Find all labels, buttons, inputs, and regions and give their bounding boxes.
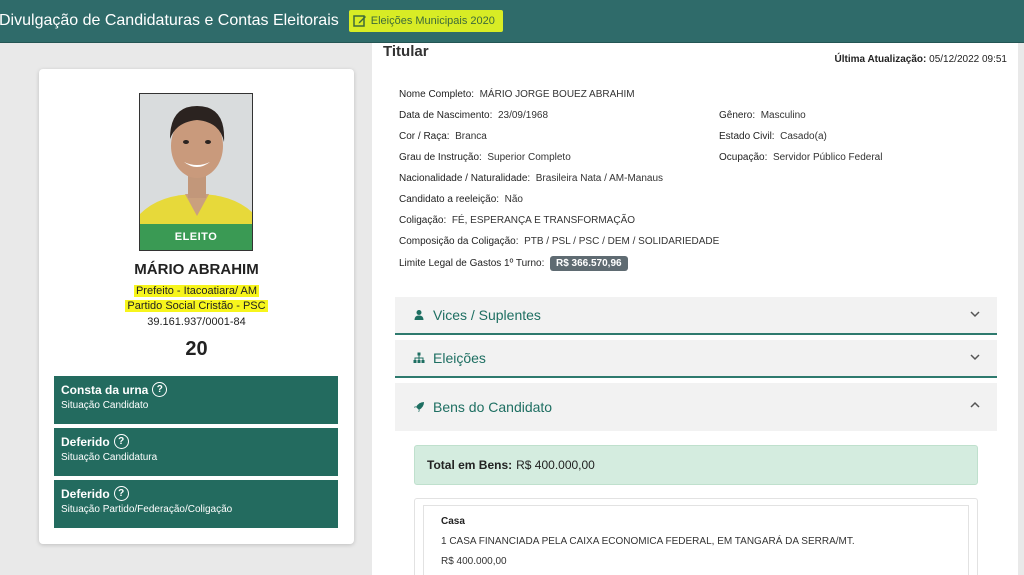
candidate-photo: ELEITO (139, 93, 253, 251)
total-assets: Total em Bens: R$ 400.000,00 (414, 445, 978, 485)
accordion-eleicoes[interactable]: Eleições (395, 340, 997, 378)
help-icon[interactable]: ? (152, 382, 168, 397)
last-update: Última Atualização: 05/12/2022 09:51 (834, 54, 1007, 65)
chevron-down-icon (970, 354, 980, 361)
status-title: Deferido (61, 486, 110, 501)
sitemap-icon (413, 352, 425, 363)
candidate-name: MÁRIO ABRAHIM (134, 261, 259, 278)
status-title: Consta da urna (61, 382, 149, 397)
candidate-office: Prefeito - Itacoatiara/ AM (133, 285, 260, 297)
help-icon[interactable]: ? (113, 486, 129, 501)
field-estado-civil: Estado Civil: Casado(a) (719, 131, 827, 142)
field-limite-gastos: Limite Legal de Gastos 1º Turno: R$ 366.… (399, 256, 628, 271)
asset-type: Casa (441, 516, 465, 527)
accordion-bens[interactable]: Bens do Candidato (395, 383, 997, 431)
spending-limit-badge: R$ 366.570,96 (549, 256, 628, 271)
field-cor-raca: Cor / Raça: Branca (399, 131, 487, 142)
status-partido: Deferido? Situação Partido/Federação/Col… (54, 480, 338, 528)
field-reeleicao: Candidato a reeleição: Não (399, 194, 523, 205)
help-icon[interactable]: ? (113, 434, 129, 449)
field-nome-completo: Nome Completo: MÁRIO JORGE BOUEZ ABRAHIM (399, 89, 635, 100)
asset-value: R$ 400.000,00 (441, 556, 507, 567)
status-title: Deferido (61, 434, 110, 449)
asset-list: Casa 1 CASA FINANCIADA PELA CAIXA ECONOM… (414, 498, 978, 575)
accordion-label: Bens do Candidato (433, 399, 553, 415)
chevron-up-icon (970, 401, 980, 408)
status-candidatura: Deferido? Situação Candidatura (54, 428, 338, 476)
election-label: Eleições Municipais 2020 (370, 15, 495, 27)
candidate-cnpj: 39.161.937/0001-84 (147, 316, 246, 328)
field-nacionalidade: Nacionalidade / Naturalidade: Brasileira… (399, 173, 664, 184)
asset-item: Casa 1 CASA FINANCIADA PELA CAIXA ECONOM… (423, 505, 969, 575)
top-bar: Divulgação de Candidaturas e Contas Elei… (0, 0, 1024, 43)
field-composicao: Composição da Coligação: PTB / PSL / PSC… (399, 236, 720, 247)
candidate-card: ELEITO MÁRIO ABRAHIM Prefeito - Itacoati… (39, 69, 354, 544)
section-title: Titular (383, 43, 429, 60)
status-candidato: Consta da urna? Situação Candidato (54, 376, 338, 424)
accordion-label: Eleições (433, 350, 486, 366)
chevron-down-icon (970, 311, 980, 318)
field-ocupacao: Ocupação: Servidor Público Federal (719, 152, 883, 163)
status-subtitle: Situação Candidato (61, 400, 149, 411)
status-subtitle: Situação Partido/Federação/Coligação (61, 504, 233, 515)
app-title: Divulgação de Candidaturas e Contas Elei… (0, 12, 339, 29)
field-grau-instrucao: Grau de Instrução: Superior Completo (399, 152, 571, 163)
user-icon (414, 310, 424, 320)
details-panel: Titular Última Atualização: 05/12/2022 0… (372, 43, 1018, 575)
field-data-nascimento: Data de Nascimento: 23/09/1968 (399, 110, 549, 121)
candidate-party: Partido Social Cristão - PSC (125, 300, 268, 312)
status-subtitle: Situação Candidatura (61, 452, 158, 463)
candidate-number: 20 (185, 338, 208, 360)
accordion-vices[interactable]: Vices / Suplentes (395, 297, 997, 335)
election-selector-button[interactable]: Eleições Municipais 2020 (348, 10, 503, 32)
elected-badge: ELEITO (140, 224, 252, 250)
accordion-label: Vices / Suplentes (433, 307, 541, 323)
field-genero: Gênero: Masculino (719, 110, 806, 121)
edit-icon (353, 15, 366, 27)
asset-description: 1 CASA FINANCIADA PELA CAIXA ECONOMICA F… (441, 536, 855, 547)
rocket-icon (414, 402, 424, 412)
field-coligacao: Coligação: FÉ, ESPERANÇA E TRANSFORMAÇÃO (399, 215, 636, 226)
